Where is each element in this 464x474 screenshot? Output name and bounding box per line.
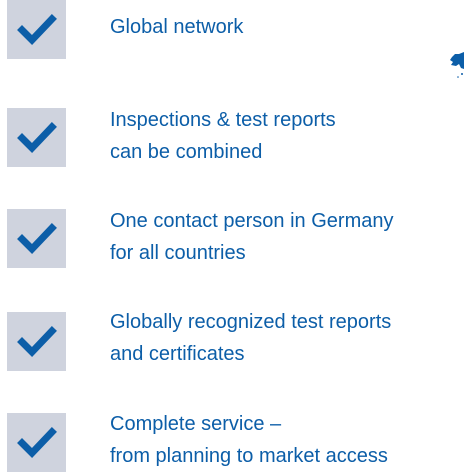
benefit-line-2: and certificates	[110, 343, 245, 365]
benefit-text: Globally recognized test reports and cer…	[110, 306, 464, 370]
benefit-line-2: can be combined	[110, 141, 263, 163]
map-fragment-icon	[448, 51, 464, 79]
benefit-line-1: Complete service –	[110, 413, 282, 435]
checkmark-icon	[7, 209, 66, 268]
checkmark-icon	[7, 108, 66, 167]
benefit-line-1: Inspections & test reports	[110, 109, 336, 131]
checkmark-icon	[7, 413, 66, 472]
benefit-line-2: from planning to market access	[110, 445, 388, 467]
benefit-text: One contact person in Germany for all co…	[110, 205, 464, 269]
benefit-line-2: for all countries	[110, 242, 246, 264]
benefit-line-1: One contact person in Germany	[110, 210, 394, 232]
checkmark-icon	[7, 312, 66, 371]
benefit-text: Global network	[110, 11, 464, 43]
benefit-text: Complete service – from planning to mark…	[110, 408, 464, 472]
benefit-line-1: Global network	[110, 16, 244, 38]
benefit-line-1: Globally recognized test reports	[110, 311, 392, 333]
benefit-text: Inspections & test reports can be combin…	[110, 104, 464, 168]
checkmark-icon	[7, 0, 66, 59]
